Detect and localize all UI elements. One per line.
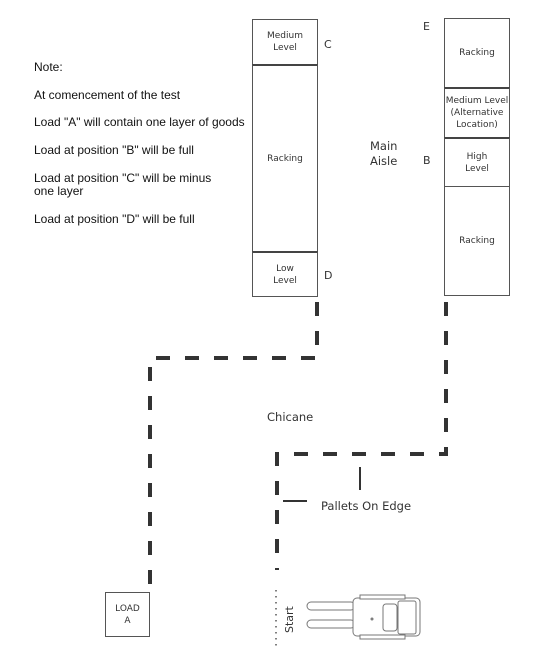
load-a-box: LOAD A <box>105 592 150 637</box>
pallets-on-edge-label: Pallets On Edge <box>321 499 412 513</box>
route-paths <box>148 302 448 650</box>
route-dashed-d-to-a <box>148 302 319 585</box>
start-label: Start <box>283 606 296 633</box>
route-dashed-chicane <box>275 302 448 570</box>
chicane-label: Chicane <box>267 410 314 424</box>
forklift-icon <box>306 594 421 640</box>
box-label: A <box>124 615 131 626</box>
box-label: LOAD <box>115 603 140 614</box>
